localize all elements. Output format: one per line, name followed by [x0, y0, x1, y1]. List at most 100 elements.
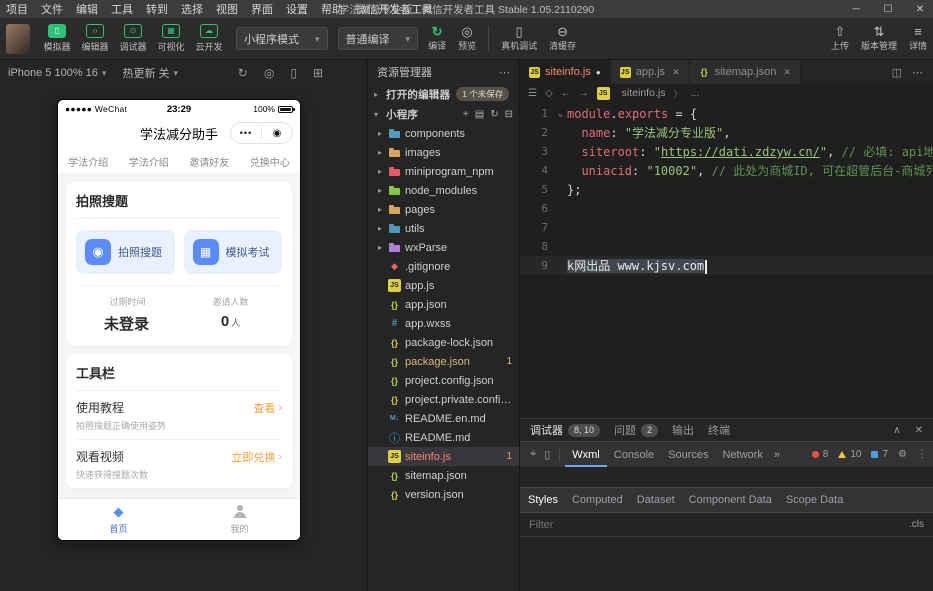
code-line[interactable]: 9 k网出品 www.kjsv.com — [520, 256, 933, 275]
tree-item[interactable]: app.wxss — [368, 314, 519, 333]
toolbar-action-button[interactable]: 清缓存 — [549, 25, 576, 52]
device-selector[interactable]: iPhone 5 100% 16 — [8, 67, 106, 79]
breadcrumb-file[interactable]: siteinfo.js — [622, 87, 666, 99]
tree-item[interactable]: app.js — [368, 276, 519, 295]
device-toolbar-icon[interactable] — [544, 448, 550, 461]
tree-item[interactable]: utils — [368, 219, 519, 238]
new-folder-icon[interactable] — [475, 109, 484, 120]
minimize-target-icon[interactable] — [262, 128, 292, 139]
minimize-icon[interactable] — [849, 4, 863, 15]
forward-icon[interactable] — [579, 88, 589, 99]
wechat-capsule[interactable] — [230, 122, 293, 144]
expand-panel-icon[interactable] — [893, 425, 900, 436]
code-line[interactable]: 8 — [520, 237, 933, 256]
editor-tab[interactable]: app.js — [610, 60, 690, 84]
menu-item[interactable]: 设置 — [286, 1, 308, 17]
code-line[interactable]: 2 name: "学法减分专业版", — [520, 123, 933, 142]
tree-item[interactable]: app.json — [368, 295, 519, 314]
sidebar-tab[interactable]: Scope Data — [786, 494, 843, 506]
devtools-tab[interactable]: Console — [607, 442, 661, 467]
phone-nav-tab[interactable]: 学法介绍 — [68, 154, 108, 169]
filter-input[interactable] — [529, 518, 901, 531]
tree-item[interactable]: package.json 1 — [368, 352, 519, 371]
appmode-select[interactable]: 小程序模式 — [236, 27, 328, 50]
maximize-icon[interactable] — [881, 4, 895, 15]
menu-item[interactable]: 界面 — [251, 1, 273, 17]
tree-item[interactable]: miniprogram_npm — [368, 162, 519, 181]
new-file-icon[interactable] — [463, 109, 469, 120]
sidebar-tab[interactable]: Component Data — [689, 494, 772, 506]
outline-icon[interactable] — [528, 88, 537, 99]
error-counter[interactable]: 8 — [811, 449, 828, 460]
split-editor-icon[interactable] — [892, 66, 902, 79]
code-line[interactable]: 3 siteroot: "https://dati.zdzyw.cn/", //… — [520, 142, 933, 161]
device-frame-icon[interactable] — [290, 66, 297, 80]
toolbar-action-button[interactable]: 预览 — [458, 25, 476, 52]
phone-tabbar-item[interactable]: 我的 — [179, 499, 300, 540]
sidebar-tab[interactable]: Computed — [572, 494, 623, 506]
back-icon[interactable] — [561, 88, 571, 99]
collapse-folders-icon[interactable] — [505, 109, 513, 120]
devtools-tab[interactable]: Wxml — [565, 442, 607, 467]
phone-action-button[interactable]: 模拟考试 — [183, 230, 282, 274]
tool-row[interactable]: 观看视频 立即兑换 › 快速获得搜题次数 — [76, 440, 282, 488]
debug-tab[interactable]: 问题 2 — [614, 422, 659, 438]
tree-item[interactable]: project.private.config.js... — [368, 390, 519, 409]
inspect-element-icon[interactable] — [530, 448, 536, 461]
toolbar-action-button[interactable]: 详情 — [909, 25, 927, 52]
tree-item[interactable]: wxParse — [368, 238, 519, 257]
debug-tab[interactable]: 输出 — [672, 422, 694, 438]
debug-tab[interactable]: 调试器 8, 10 — [530, 422, 601, 438]
menu-item[interactable]: 文件 — [41, 1, 63, 17]
menu-item[interactable]: 转到 — [146, 1, 168, 17]
toggle-class-button[interactable]: .cls — [909, 519, 924, 530]
phone-nav-tab[interactable]: 兑换中心 — [250, 154, 290, 169]
ide-mode-button[interactable]: 可视化 — [154, 24, 188, 53]
tree-item[interactable]: components — [368, 124, 519, 143]
warning-counter[interactable]: 10 — [838, 449, 861, 460]
project-root-section[interactable]: ▾ 小程序 — [368, 104, 519, 124]
tree-item[interactable]: package-lock.json — [368, 333, 519, 352]
ide-mode-button[interactable]: 调试器 — [116, 24, 150, 53]
hot-reload-selector[interactable]: 热更新 关 — [122, 65, 178, 81]
sidebar-tab[interactable]: Dataset — [637, 494, 675, 506]
sidebar-tab[interactable]: Styles — [528, 494, 558, 506]
more-tabs-icon[interactable]: » — [770, 449, 784, 461]
gear-icon[interactable] — [898, 449, 907, 460]
tree-item[interactable]: version.json — [368, 485, 519, 504]
popout-window-icon[interactable] — [313, 66, 323, 80]
phone-nav-tab[interactable]: 邀请好友 — [189, 154, 229, 169]
menu-item[interactable]: 编辑 — [76, 1, 98, 17]
close-tab-icon[interactable] — [783, 67, 791, 78]
close-panel-icon[interactable] — [915, 425, 923, 436]
open-editors-section[interactable]: ▸ 打开的编辑器 1 个未保存 — [368, 84, 519, 104]
devtools-tab[interactable]: Network — [715, 442, 769, 467]
phone-action-button[interactable]: 拍照搜题 — [76, 230, 175, 274]
tree-item[interactable]: pages — [368, 200, 519, 219]
tree-item[interactable]: .gitignore — [368, 257, 519, 276]
code-editor[interactable]: 1 module.exports = { 2 name: "学法减分专业版", … — [520, 102, 933, 418]
tree-item[interactable]: README.md — [368, 428, 519, 447]
info-counter[interactable]: 7 — [871, 449, 888, 460]
tree-item[interactable]: README.en.md — [368, 409, 519, 428]
close-tab-icon[interactable] — [672, 67, 680, 78]
bookmark-icon[interactable] — [545, 88, 553, 99]
phone-nav-tab[interactable]: 学法介绍 — [129, 154, 169, 169]
toolbar-action-button[interactable]: 编译 — [428, 25, 446, 52]
ide-mode-button[interactable]: 云开发 — [192, 24, 226, 53]
toolbar-action-button[interactable]: 版本管理 — [861, 25, 897, 52]
ide-mode-button[interactable]: 编辑器 — [78, 24, 112, 53]
more-actions-icon[interactable] — [912, 66, 923, 79]
tree-item[interactable]: images — [368, 143, 519, 162]
tree-item[interactable]: node_modules — [368, 181, 519, 200]
rotate-icon[interactable] — [238, 66, 248, 80]
tool-row[interactable]: 使用教程 查看 › 拍照搜题正确使用姿势 — [76, 391, 282, 440]
code-line[interactable]: 5 }; — [520, 180, 933, 199]
phone-tabbar-item[interactable]: 首页 — [58, 499, 179, 540]
devtools-tab[interactable]: Sources — [661, 442, 715, 467]
tool-row-action[interactable]: 立即兑换 — [231, 449, 275, 465]
more-actions-icon[interactable] — [499, 66, 510, 79]
tree-item[interactable]: project.config.json — [368, 371, 519, 390]
code-line[interactable]: 6 — [520, 199, 933, 218]
debug-tab[interactable]: 终端 — [708, 422, 730, 438]
